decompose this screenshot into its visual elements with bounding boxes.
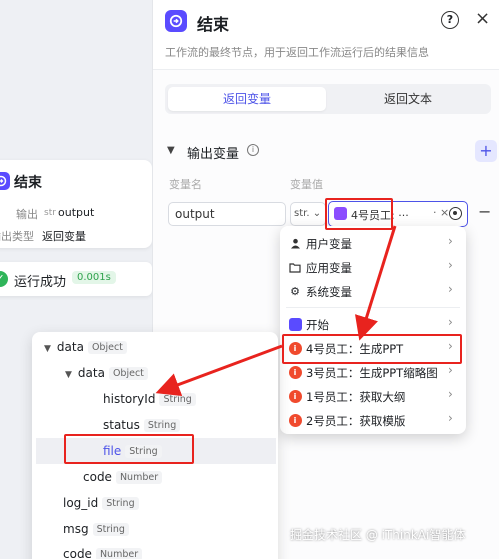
- watermark-text: 掘金技术社区 @ iThinkAi智能体: [290, 528, 466, 542]
- arrow-to-file: [155, 344, 283, 397]
- arrow-to-employee-4: [355, 225, 397, 341]
- annotation-arrows: [155, 225, 397, 397]
